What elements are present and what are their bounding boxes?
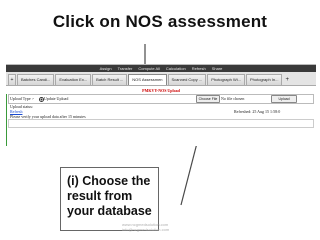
- tab-photograph-wi[interactable]: Photograph Wi...: [207, 74, 245, 85]
- upload-panel: PMKVY-NOS Upload Upload Type :- Update U…: [6, 86, 316, 146]
- menu-compute-all[interactable]: Compute All: [137, 65, 161, 72]
- watermark-email: info@ncgmedsolution.com: [122, 227, 170, 232]
- upload-button[interactable]: Upload: [271, 95, 297, 103]
- tab-photograph-in[interactable]: Photograph In...: [246, 74, 283, 85]
- tab-add-left[interactable]: +: [8, 74, 16, 85]
- tab-batches-candidates[interactable]: Batches Candi...: [17, 74, 55, 85]
- choose-file-button[interactable]: Choose File: [196, 95, 220, 103]
- tab-batch-result[interactable]: Batch Result ...: [92, 74, 128, 85]
- refreshed-timestamp: Refreshed: 25 Aug 15 1:58:0: [234, 109, 281, 114]
- tab-add-right[interactable]: +: [283, 75, 291, 85]
- panel-title: PMKVY-NOS Upload: [142, 88, 180, 93]
- tab-bar: + Batches Candi... Evaluation Ex... Batc…: [6, 72, 316, 86]
- menu-transfer[interactable]: Transfer: [117, 65, 134, 72]
- menu-share[interactable]: Share: [211, 65, 224, 72]
- menu-calculation[interactable]: Calculation: [165, 65, 187, 72]
- update-upload-label: Update Upload: [44, 96, 69, 101]
- tab-scanned-copy[interactable]: Scanned Copy ...: [167, 74, 207, 85]
- upload-type-label: Upload Type :-: [10, 96, 35, 101]
- status-area: [8, 119, 314, 128]
- top-menu: Assign Transfer Compute All Calculation …: [6, 65, 316, 72]
- callout-text: (i) Choose the result from your database: [67, 174, 152, 218]
- tab-evaluation[interactable]: Evaluation Ex...: [55, 74, 92, 85]
- menu-assign[interactable]: Assign: [99, 65, 113, 72]
- no-file-chosen-text: No file chosen: [221, 96, 245, 101]
- upload-form: Upload Type :- Update Upload Choose File…: [8, 94, 314, 104]
- tab-nos-assessment[interactable]: NOS Assessmen: [128, 74, 167, 85]
- embedded-screenshot: Assign Transfer Compute All Calculation …: [6, 64, 316, 146]
- panel-divider: [6, 94, 7, 146]
- watermark: www.ncgmedsolution.com info@ncgmedsoluti…: [122, 222, 169, 232]
- menu-refresh[interactable]: Refresh: [191, 65, 207, 72]
